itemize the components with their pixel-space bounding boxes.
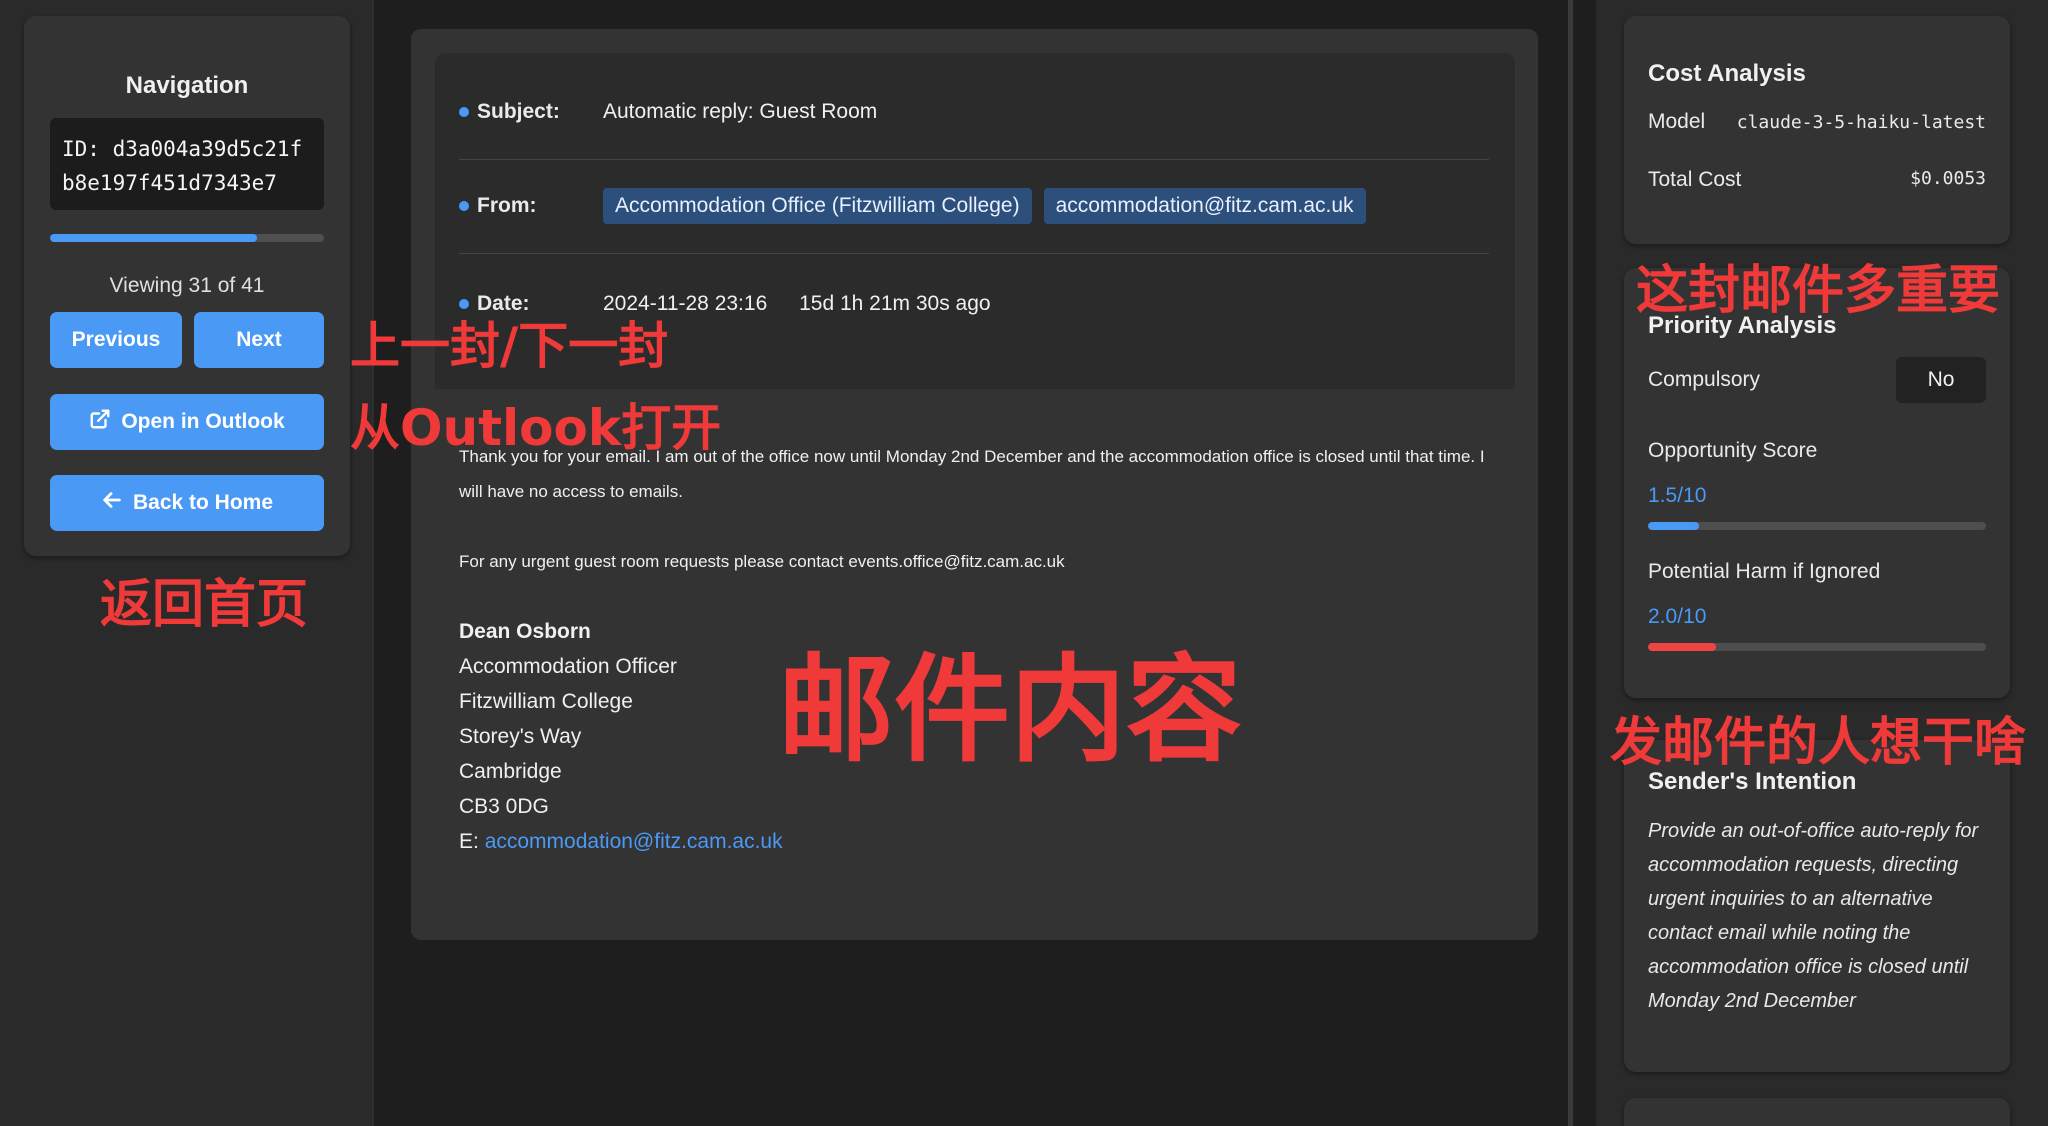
compulsory-label: Compulsory	[1648, 368, 1761, 391]
cost-analysis-title: Cost Analysis	[1648, 60, 1806, 87]
back-to-home-button[interactable]: Back to Home	[50, 475, 324, 531]
external-link-icon	[89, 408, 111, 436]
priority-analysis-card: Priority Analysis Compulsory No Opportun…	[1624, 268, 2010, 698]
cost-analysis-card: Cost Analysis Model claude-3-5-haiku-lat…	[1624, 16, 2010, 244]
potential-harm-value: 2.0/10	[1648, 605, 1707, 628]
annotation-prev-next: 上一封/下一封	[350, 317, 669, 375]
back-to-home-label: Back to Home	[132, 491, 274, 514]
total-cost-label: Total Cost	[1648, 168, 1742, 191]
subject-row: Subject: Automatic reply: Guest Room	[459, 65, 1489, 160]
signature-email-prefix: E:	[459, 830, 485, 853]
opportunity-score-bar	[1648, 522, 1986, 530]
from-row: From: Accommodation Office (Fitzwilliam …	[459, 159, 1489, 254]
compulsory-value: No	[1896, 357, 1986, 403]
potential-harm-label: Potential Harm if Ignored	[1648, 560, 1881, 583]
total-cost-value: $0.0053	[1910, 168, 1986, 189]
subject-label: Subject:	[459, 100, 603, 124]
subject-value: Automatic reply: Guest Room	[603, 100, 878, 123]
email-id: ID: d3a004a39d5c21fb8e197f451d7343e7	[50, 118, 324, 210]
bullet-dot-icon	[459, 201, 469, 211]
sender-intention-card: Sender's Intention Provide an out-of-off…	[1624, 740, 2010, 1072]
navigation-card: Navigation ID: d3a004a39d5c21fb8e197f451…	[24, 16, 350, 556]
annotation-outlook: 从Outlook打开	[350, 399, 722, 457]
signature-email-link[interactable]: accommodation@fitz.cam.ac.uk	[485, 830, 783, 853]
sender-email-chip: accommodation@fitz.cam.ac.uk	[1043, 188, 1366, 224]
opportunity-score-label: Opportunity Score	[1648, 439, 1818, 462]
potential-harm-bar	[1648, 643, 1986, 651]
next-button[interactable]: Next	[194, 312, 324, 368]
from-label: From:	[459, 194, 603, 218]
next-card-partial	[1624, 1098, 2010, 1126]
from-value: Accommodation Office (Fitzwilliam Colleg…	[603, 188, 1378, 224]
page: Navigation ID: d3a004a39d5c21fb8e197f451…	[0, 0, 2048, 1126]
signature-postcode: CB3 0DG	[459, 795, 549, 818]
annotation-importance: 这封邮件多重要	[1636, 261, 2001, 321]
previous-button-label: Previous	[71, 328, 161, 351]
body-paragraph: For any urgent guest room requests pleas…	[459, 552, 1065, 571]
open-in-outlook-button[interactable]: Open in Outlook	[50, 394, 324, 450]
date-age: 15d 1h 21m 30s ago	[799, 292, 991, 315]
sender-name-chip: Accommodation Office (Fitzwilliam Colleg…	[603, 188, 1032, 224]
previous-button[interactable]: Previous	[50, 312, 182, 368]
arrow-left-icon	[101, 489, 123, 517]
progress-bar-fill	[50, 234, 258, 242]
annotation-intent: 发邮件的人想干啥	[1610, 713, 2027, 773]
viewing-counter: Viewing 31 of 41	[109, 274, 265, 297]
annotation-content: 邮件内容	[778, 643, 1242, 778]
annotation-home: 返回首页	[100, 575, 309, 635]
potential-harm-bar-fill	[1648, 643, 1716, 651]
model-label: Model	[1648, 110, 1706, 133]
open-in-outlook-label: Open in Outlook	[121, 410, 285, 433]
bullet-dot-icon	[459, 107, 469, 117]
signature-email-line: E: accommodation@fitz.cam.ac.uk	[459, 824, 1499, 859]
opportunity-score-value: 1.5/10	[1648, 484, 1707, 507]
model-value: claude-3-5-haiku-latest	[1736, 112, 1986, 133]
email-card: Subject: Automatic reply: Guest Room Fro…	[411, 29, 1538, 940]
right-divider	[1568, 0, 1573, 1126]
next-button-label: Next	[236, 328, 282, 351]
progress-bar	[50, 234, 324, 242]
navigation-title: Navigation	[125, 72, 249, 99]
opportunity-score-bar-fill	[1648, 522, 1699, 530]
subject-label-text: Subject:	[477, 100, 560, 123]
sender-intention-text: Provide an out-of-office auto-reply for …	[1648, 820, 1979, 1012]
from-label-text: From:	[477, 194, 537, 217]
